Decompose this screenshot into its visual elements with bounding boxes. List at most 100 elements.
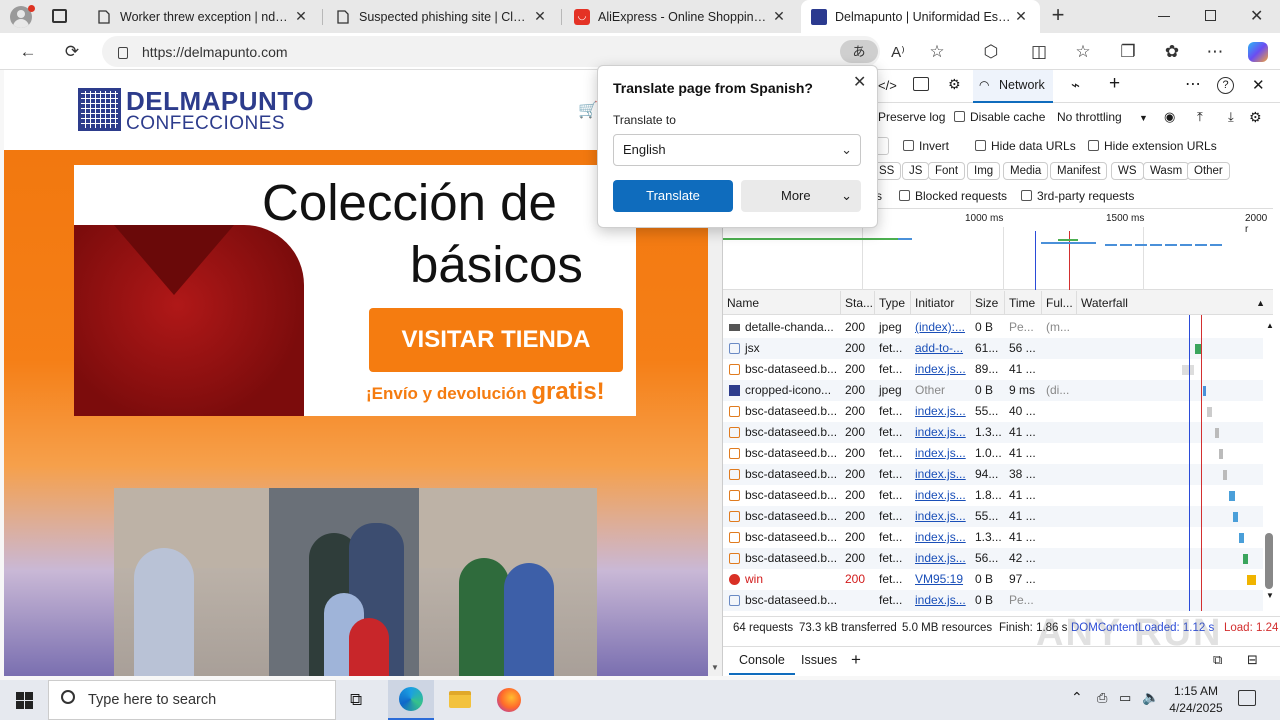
table-row[interactable]: jsx 200 fet... add-to-... 61... 56 ... xyxy=(723,338,1263,359)
filter-wasm[interactable]: Wasm xyxy=(1143,162,1190,180)
favorite-star-icon[interactable]: ☆ xyxy=(922,37,952,67)
filter-js[interactable]: JS xyxy=(902,162,930,180)
filter-manifest[interactable]: Manifest xyxy=(1050,162,1108,180)
copilot-icon[interactable] xyxy=(1243,37,1273,67)
cell-init[interactable]: index.js... xyxy=(911,464,971,485)
network-tray-icon[interactable]: ⎙ xyxy=(1097,690,1107,706)
cell-init[interactable]: add-to-... xyxy=(911,338,971,359)
language-select[interactable]: English ⌄ xyxy=(613,134,861,166)
cell-init[interactable]: index.js... xyxy=(911,485,971,506)
favorites-icon[interactable]: ☆ xyxy=(1068,37,1098,67)
cell-init[interactable]: index.js... xyxy=(911,359,971,380)
tab-worker-exception[interactable]: Worker threw exception | ndgadf ✕ xyxy=(86,0,320,33)
column-size[interactable]: Size xyxy=(971,291,1005,315)
extensions-icon[interactable]: ⬡ xyxy=(976,37,1006,67)
split-screen-icon[interactable]: ◫ xyxy=(1024,37,1054,67)
performance-icon[interactable]: ✿ xyxy=(1157,37,1187,67)
table-row[interactable]: win 200 fet... VM95:19 0 B 97 ... xyxy=(723,569,1263,590)
close-icon[interactable]: ✕ xyxy=(853,72,866,92)
cell-init[interactable]: index.js... xyxy=(911,443,971,464)
table-row[interactable]: bsc-dataseed.b... 200 fet... index.js... 56.… xyxy=(723,548,1263,569)
cell-init[interactable]: index.js... xyxy=(911,401,971,422)
more-options-icon[interactable]: ⋯ xyxy=(1185,74,1201,94)
tab-phishing-site[interactable]: Suspected phishing site | Cloudfl ✕ xyxy=(325,0,559,33)
network-conditions-icon[interactable]: ◉ xyxy=(1164,104,1175,130)
disable-cache-checkbox[interactable]: Disable cache xyxy=(954,104,1045,130)
column-type[interactable]: Type xyxy=(875,291,911,315)
file-explorer-icon[interactable] xyxy=(449,691,471,708)
close-window-button[interactable]: ✕ xyxy=(1250,6,1263,26)
performance-tab-icon[interactable]: ⌁ xyxy=(1071,76,1080,94)
table-row[interactable]: bsc-dataseed.b... 200 fet... index.js... 1.3… xyxy=(723,527,1263,548)
translate-button[interactable]: Translate xyxy=(613,180,733,212)
scroll-down-arrow-icon[interactable]: ▼ xyxy=(1266,591,1274,600)
table-row[interactable]: bsc-dataseed.b... 200 fet... index.js... 94.… xyxy=(723,464,1263,485)
table-row[interactable]: bsc-dataseed.b... 200 fet... index.js... 1.8… xyxy=(723,485,1263,506)
column-name[interactable]: Name xyxy=(723,291,841,315)
requests-scrollbar[interactable]: ▲ ▼ xyxy=(1264,317,1276,607)
blocked-requests-checkbox[interactable]: Blocked requests xyxy=(899,184,1007,208)
edge-taskbar-icon[interactable] xyxy=(388,680,434,720)
column-waterfall[interactable]: Waterfall ▲ xyxy=(1077,291,1273,315)
translate-icon[interactable]: あ xyxy=(840,40,878,63)
filter-media[interactable]: Media xyxy=(1003,162,1049,180)
add-drawer-tab-icon[interactable]: + xyxy=(851,647,861,673)
table-row[interactable]: bsc-dataseed.b... 200 fet... index.js... 55.… xyxy=(723,506,1263,527)
scroll-down-arrow-icon[interactable]: ▼ xyxy=(711,663,719,672)
collections-icon[interactable]: ❐ xyxy=(1113,37,1143,67)
back-button[interactable]: ← xyxy=(13,37,43,67)
table-row[interactable]: cropped-icono... 200 jpeg Other 0 B 9 ms (di..… xyxy=(723,380,1263,401)
more-tabs-icon[interactable]: + xyxy=(1109,73,1120,95)
volume-icon[interactable]: 🔈 xyxy=(1142,689,1159,706)
filter-ws[interactable]: WS xyxy=(1111,162,1144,180)
cell-init[interactable]: index.js... xyxy=(911,527,971,548)
start-button[interactable] xyxy=(16,692,33,709)
throttling-select[interactable]: No throttling ▼ xyxy=(1057,104,1148,131)
hide-extension-urls-checkbox[interactable]: Hide extension URLs xyxy=(1088,134,1217,158)
tab-network[interactable]: ◠ Network xyxy=(973,70,1053,103)
ethernet-icon[interactable]: ▭ xyxy=(1119,690,1131,706)
table-row[interactable]: detalle-chanda... 200 jpeg (index):... 0 B Pe… xyxy=(723,317,1263,338)
cart-icon[interactable]: 🛒 xyxy=(578,100,598,120)
table-row[interactable]: bsc-dataseed.b... 200 fet... index.js... 89.… xyxy=(723,359,1263,380)
close-devtools-icon[interactable]: ✕ xyxy=(1252,76,1265,94)
cell-init[interactable]: index.js... xyxy=(911,548,971,569)
hide-data-urls-checkbox[interactable]: Hide data URLs xyxy=(975,134,1076,158)
table-row[interactable]: bsc-dataseed.b... 200 fet... index.js... 1.3… xyxy=(723,422,1263,443)
tab-delmapunto[interactable]: Delmapunto | Uniformidad Escol ✕ xyxy=(801,0,1040,33)
close-tab-icon[interactable]: ✕ xyxy=(1012,8,1030,25)
notifications-icon[interactable] xyxy=(1238,690,1256,706)
upload-icon[interactable]: ⤒ xyxy=(1197,104,1203,130)
minimize-button[interactable] xyxy=(1158,16,1170,17)
task-view-icon[interactable]: ⧉ xyxy=(350,690,362,710)
close-tab-icon[interactable]: ✕ xyxy=(770,8,788,25)
filter-other[interactable]: Other xyxy=(1187,162,1230,180)
tray-chevron-icon[interactable]: ⌃ xyxy=(1071,689,1083,706)
site-logo[interactable]: DELMAPUNTO CONFECCIONES xyxy=(78,86,338,134)
tab-issues[interactable]: Issues xyxy=(801,647,837,673)
table-row[interactable]: bsc-dataseed.b... fet... index.js... 0 B Pe.… xyxy=(723,590,1263,611)
cell-init[interactable]: index.js... xyxy=(911,506,971,527)
tab-aliexpress[interactable]: ◡ AliExpress - Online Shopping für ✕ xyxy=(564,0,798,33)
cell-init[interactable]: Other xyxy=(911,380,971,401)
sources-icon[interactable]: </> xyxy=(878,78,897,93)
cell-init[interactable]: index.js... xyxy=(911,590,971,611)
scroll-up-arrow-icon[interactable]: ▲ xyxy=(1266,321,1274,330)
console-icon[interactable] xyxy=(913,77,929,91)
filter-font[interactable]: Font xyxy=(928,162,966,180)
bug-icon[interactable]: ⚙ xyxy=(948,76,961,93)
search-box[interactable]: Type here to search xyxy=(48,680,336,720)
close-tab-icon[interactable]: ✕ xyxy=(292,8,310,25)
tab-actions-icon[interactable] xyxy=(52,9,67,23)
clock[interactable]: 1:15 AM 4/24/2025 xyxy=(1160,683,1232,717)
cell-init[interactable]: index.js... xyxy=(911,422,971,443)
filter-img[interactable]: Img xyxy=(967,162,1001,180)
address-bar[interactable]: https://delmapunto.com あ xyxy=(102,36,880,67)
cell-init[interactable]: VM95:19 xyxy=(911,569,971,590)
download-icon[interactable]: ⤓ xyxy=(1228,104,1234,130)
settings-more-icon[interactable]: ⋯ xyxy=(1200,37,1230,67)
scroll-thumb[interactable] xyxy=(1265,533,1273,589)
table-row[interactable]: bsc-dataseed.b... 200 fet... index.js... 55.… xyxy=(723,401,1263,422)
third-party-checkbox[interactable]: 3rd-party requests xyxy=(1021,184,1134,208)
visit-store-button[interactable]: VISITAR TIENDA xyxy=(369,308,623,372)
